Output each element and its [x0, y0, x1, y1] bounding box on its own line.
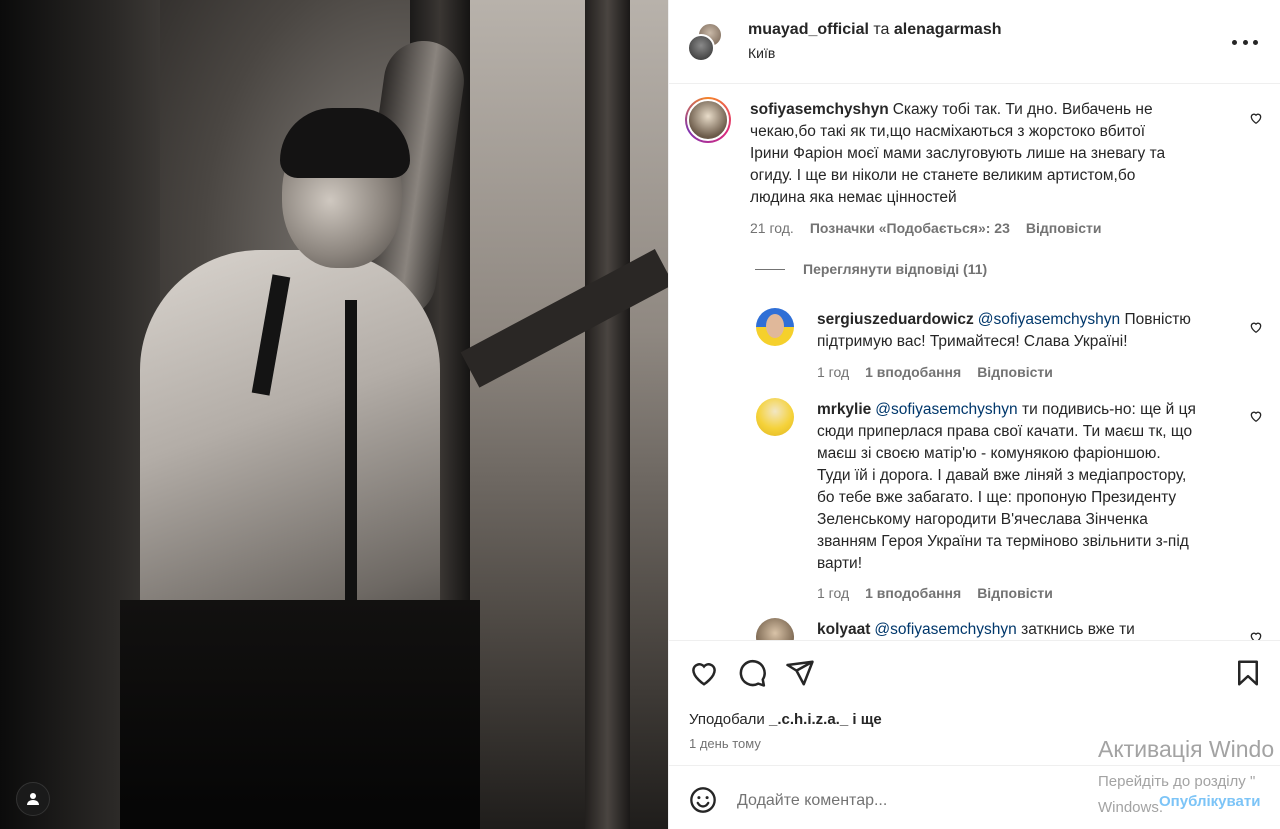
comment-line-text: чекаю,бо такі як ти,що насміхаються з жо…	[750, 123, 1146, 140]
reply-line-text: Зеленському нагородити В'ячеслава Зінчен…	[817, 511, 1148, 528]
author-username-1[interactable]: muayad_official	[748, 21, 869, 38]
reply-mention[interactable]: @sofiyasemchyshyn	[978, 311, 1120, 328]
tagged-users-button[interactable]	[16, 782, 50, 816]
comment-bubble-icon[interactable]	[737, 658, 767, 688]
comment-line: sofiyasemchyshyn Скажу тобі так. Ти дно. …	[750, 101, 1153, 118]
reply-mention[interactable]: @sofiyasemchyshyn	[875, 401, 1017, 418]
reply-line-text: сюди приперлася права свої качати. Ти ма…	[817, 423, 1193, 440]
user-icon	[27, 793, 39, 805]
like-heart-icon[interactable]	[689, 658, 719, 688]
reply-text: sergiuszeduardowicz @sofiyasemchyshyn Пов…	[817, 309, 1247, 353]
avatar[interactable]	[756, 618, 794, 640]
comments-list[interactable]: sofiyasemchyshyn Скажу тобі так. Ти дно. …	[669, 85, 1280, 640]
reply-time[interactable]: 1 год	[817, 585, 849, 601]
author-username-2[interactable]: alenagarmash	[894, 21, 1002, 38]
comment-likes[interactable]: Позначки «Подобається»: 23	[810, 220, 1010, 236]
reply-button[interactable]: Відповісти	[1026, 220, 1102, 236]
reply-line-text: Туди їй і дорога. І давай вже ліняй з ме…	[817, 467, 1187, 484]
reply-button[interactable]: Відповісти	[977, 364, 1053, 380]
reply-mention[interactable]: @sofiyasemchyshyn	[874, 621, 1016, 638]
dot	[1232, 39, 1237, 45]
dot	[1253, 39, 1258, 45]
post-comment-button[interactable]: Опублікувати	[1159, 793, 1260, 810]
save-bookmark-icon[interactable]	[1233, 658, 1263, 688]
likes-summary[interactable]: Уподобали _.c.h.i.z.a._ і ще	[689, 711, 882, 728]
avatar[interactable]	[685, 97, 731, 143]
like-comment-heart-icon[interactable]	[1249, 320, 1263, 334]
reply-likes[interactable]: 1 вподобання	[865, 585, 961, 601]
post-location[interactable]: Київ	[748, 45, 775, 61]
reply-likes[interactable]: 1 вподобання	[865, 364, 961, 380]
reply-text: mrkylie @sofiyasemchyshyn ти подивись-но:…	[817, 399, 1247, 575]
avatar	[687, 34, 715, 62]
comment-input[interactable]	[737, 789, 1117, 813]
comment-meta: 21 год. Позначки «Подобається»: 23 Відпо…	[750, 220, 1118, 236]
reply-meta: 1 год 1 вподобання Відповісти	[817, 364, 1069, 380]
reply-line-text: званням Героя України та терміново звіль…	[817, 533, 1189, 550]
post-date: 1 день тому	[689, 736, 761, 751]
reply-button[interactable]: Відповісти	[977, 585, 1053, 601]
emoji-icon[interactable]	[689, 786, 717, 814]
add-comment-bar: Опублікувати	[669, 767, 1280, 829]
post-details-panel: muayad_official та alenagarmash Київ sof…	[668, 0, 1280, 829]
reply-line-text: бо тебе вже забагато. І ще: пропоную Пре…	[817, 489, 1177, 506]
comment-line-text: людина яка немає цінностей	[750, 189, 957, 206]
reply-line-text: Повністю	[1124, 311, 1191, 328]
comment-line-text: Скажу тобі так. Ти дно. Вибачень не	[892, 101, 1153, 118]
comment-text: sofiyasemchyshyn Скажу тобі так. Ти дно. …	[750, 99, 1230, 209]
comment-username[interactable]: sofiyasemchyshyn	[750, 101, 889, 118]
photo-door-post	[585, 0, 630, 829]
collab-avatars[interactable]	[687, 22, 723, 62]
like-comment-heart-icon[interactable]	[1249, 630, 1263, 640]
reply-line-text: підтримую вас! Тримайтеся! Слава Україні…	[817, 333, 1128, 350]
photo-person-suspender	[345, 300, 357, 620]
reply-text: kolyaat @sofiyasemchyshyn заткнись вже ти	[817, 619, 1247, 640]
share-send-icon[interactable]	[785, 658, 815, 688]
comment-time[interactable]: 21 год.	[750, 220, 794, 236]
comment-line-text: огиду. І ще ви ніколи не станете великим…	[750, 167, 1136, 184]
liker-username[interactable]: _.c.h.i.z.a._	[769, 711, 848, 728]
reply-time[interactable]: 1 год	[817, 364, 849, 380]
reply-line-text: варти!	[817, 555, 863, 572]
avatar[interactable]	[756, 398, 794, 436]
post-photo[interactable]	[0, 0, 668, 829]
reply-username[interactable]: sergiuszeduardowicz	[817, 311, 974, 328]
authors-joiner: та	[868, 21, 894, 38]
reply-line-text: ти подивись-но: ще й ця	[1021, 401, 1196, 418]
like-comment-heart-icon[interactable]	[1249, 111, 1263, 125]
post-header: muayad_official та alenagarmash Київ	[669, 0, 1280, 84]
comment-line-text: Ірини Фаріон моєї мами заслуговують лише…	[750, 145, 1166, 162]
reply-username[interactable]: mrkylie	[817, 401, 871, 418]
reply-meta: 1 год 1 вподобання Відповісти	[817, 585, 1069, 601]
photo-person-pants	[120, 600, 480, 829]
avatar[interactable]	[756, 308, 794, 346]
post-actions: Уподобали _.c.h.i.z.a._ і ще 1 день тому	[669, 640, 1280, 766]
like-comment-heart-icon[interactable]	[1249, 409, 1263, 423]
likes-suffix[interactable]: і ще	[848, 711, 881, 728]
reply-line-text: маєш зі своєю матір'ю - комунякою фаріон…	[817, 445, 1161, 462]
view-replies-label: Переглянути відповіді (11)	[803, 261, 988, 277]
post-authors: muayad_official та alenagarmash	[748, 21, 1001, 39]
divider	[755, 268, 785, 270]
reply-username[interactable]: kolyaat	[817, 621, 870, 638]
view-replies-button[interactable]: Переглянути відповіді (11)	[755, 261, 987, 277]
more-options-button[interactable]	[1232, 32, 1258, 52]
dot	[1242, 39, 1248, 45]
reply-line-text: заткнись вже ти	[1021, 621, 1135, 638]
likes-prefix: Уподобали	[689, 711, 769, 728]
